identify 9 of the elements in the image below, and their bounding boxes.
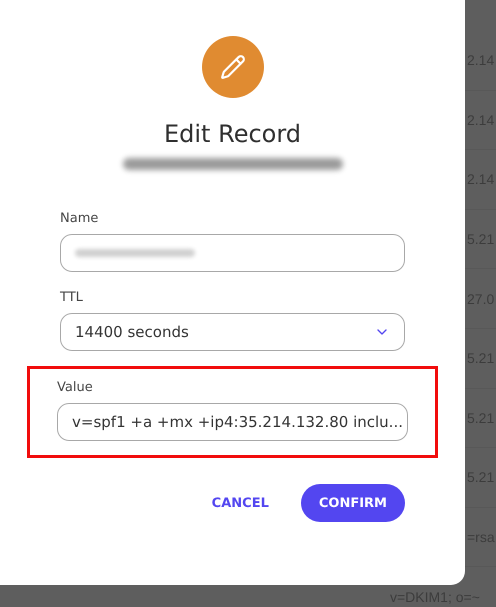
dialog-title: Edit Record xyxy=(164,120,302,148)
cancel-button[interactable]: CANCEL xyxy=(212,484,269,522)
ttl-select[interactable]: 14400 seconds xyxy=(60,313,405,351)
field-label: Name xyxy=(60,211,100,226)
field-label: TTL xyxy=(60,290,84,305)
confirm-button[interactable]: CONFIRM xyxy=(300,484,405,522)
input-field[interactable]: v=spf1 +a +mx +ip4:35.214.132.80 inclu... xyxy=(57,403,408,441)
input-field[interactable] xyxy=(60,234,405,272)
field-label: Value xyxy=(57,380,94,395)
